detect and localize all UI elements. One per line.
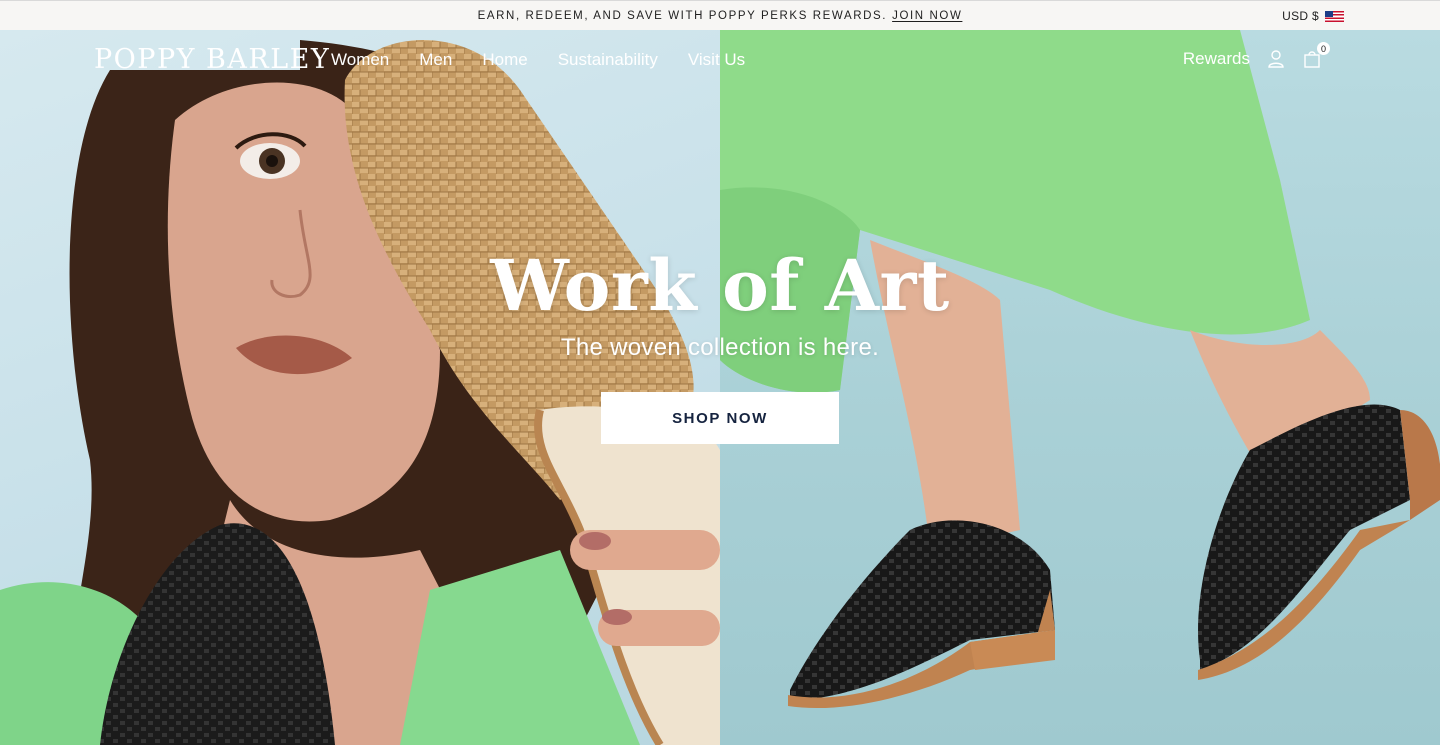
hero-banner [0, 30, 1440, 745]
currency-selector[interactable]: USD $ [1282, 1, 1344, 31]
woman-holding-mule-illustration [0, 40, 720, 745]
shop-now-button[interactable]: SHOP NOW [601, 392, 839, 444]
hero-title: Work of Art [490, 244, 950, 327]
user-icon[interactable] [1266, 48, 1286, 70]
nav-item-women[interactable]: Women [331, 50, 389, 70]
rewards-link[interactable]: Rewards [1183, 49, 1250, 69]
hero-subtitle: The woven collection is here. [560, 334, 880, 361]
us-flag-icon [1325, 10, 1344, 22]
currency-label: USD $ [1282, 9, 1319, 23]
user-icon-glyph [1268, 50, 1284, 68]
hero-copy: Work of Art The woven collection is here… [0, 244, 1440, 362]
brand-logo[interactable]: POPPY BARLEY [94, 44, 330, 75]
main-header: POPPY BARLEY Women Men Home Sustainabili… [0, 30, 1440, 90]
nav-item-visit-us[interactable]: Visit Us [688, 50, 745, 70]
hero-image-woman-with-woven-mule [0, 30, 720, 745]
nav-item-men[interactable]: Men [419, 50, 452, 70]
cart-count-badge: 0 [1317, 42, 1330, 55]
nav-item-home[interactable]: Home [482, 50, 527, 70]
nav-item-sustainability[interactable]: Sustainability [558, 50, 658, 70]
header-utilities: Rewards 0 [1183, 42, 1330, 70]
shopping-bag-icon[interactable]: 0 [1302, 42, 1330, 70]
announcement-text: EARN, REDEEM, AND SAVE WITH POPPY PERKS … [477, 9, 888, 22]
legs-wearing-mules-illustration [720, 30, 1440, 709]
hero-image-woven-black-mules [720, 30, 1440, 745]
main-navigation: Women Men Home Sustainability Visit Us [331, 50, 745, 70]
announcement-bar: EARN, REDEEM, AND SAVE WITH POPPY PERKS … [0, 0, 1440, 30]
join-now-link[interactable]: JOIN NOW [892, 10, 962, 22]
